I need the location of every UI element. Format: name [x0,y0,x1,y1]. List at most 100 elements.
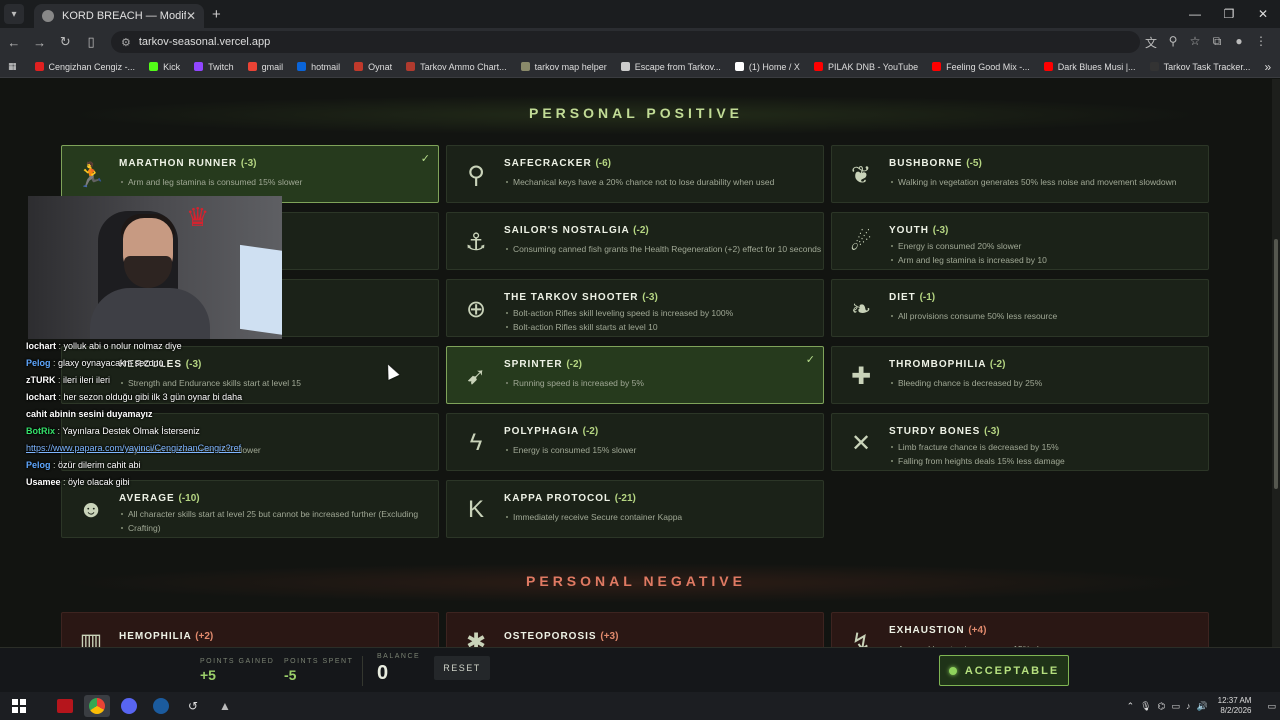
accept-button[interactable]: ACCEPTABLE [939,655,1069,686]
apps-icon[interactable]: ▦ [8,61,17,72]
bookmarks-overflow-icon[interactable]: » [1264,60,1271,74]
modifier-title: HEMOPHILIA [119,631,192,642]
bookmark-item[interactable]: Tarkov Task Tracker... [1149,61,1251,72]
modifier-name: KAPPA PROTOCOL (-21) [504,493,636,504]
network-icon[interactable]: ⌬ [1158,701,1166,712]
restore-icon[interactable]: ❐ [1212,0,1246,28]
points-gained-label: POINTS GAINED [200,658,275,665]
bush-icon: ❦ [850,161,872,189]
chat-username: lochart [26,341,57,351]
app-icon-c[interactable]: ↺ [180,695,206,717]
forward-icon[interactable]: → [28,35,52,50]
discord-icon[interactable] [116,695,142,717]
bookmark-favicon-icon [406,62,416,71]
bookmark-item[interactable]: Escape from Tarkov... [620,62,721,72]
modifier-description: All provisions consume 50% less resource [890,311,1058,321]
steam-icon[interactable] [148,695,174,717]
chat-username: zTURK [26,375,56,385]
extensions-icon[interactable]: ⧉ [1206,34,1228,51]
minimize-icon[interactable]: — [1178,0,1212,28]
modifier-card-osteoporosis[interactable]: ✱ OSTEOPOROSIS (+3) [446,612,824,647]
site-info-icon[interactable]: ⚙ [121,36,131,49]
profile-icon[interactable]: ● [1228,34,1250,51]
zoom-icon[interactable]: ⚲ [1162,34,1184,51]
bookmark-favicon-icon [932,62,942,71]
display-icon[interactable]: ▭ [1171,701,1180,712]
bookmark-item[interactable]: Feeling Good Mix -... [932,62,1030,72]
modifier-description: Energy is consumed 20% slower [890,241,1022,251]
balance-value: 0 [377,662,389,684]
close-window-icon[interactable]: ✕ [1246,0,1280,28]
page-scrollbar[interactable] [1272,79,1280,647]
modifier-name: MARATHON RUNNER (-3) [119,158,256,169]
reset-button[interactable]: RESET [434,656,490,680]
tray-chevron-icon[interactable]: ⌃ [1127,701,1135,712]
modifier-cost: (-2) [633,225,649,236]
apple-icon: ❧ [850,295,872,323]
modifier-description: Bleeding chance is decreased by 25% [890,378,1043,388]
menu-icon[interactable]: ⋮ [1250,34,1272,51]
modifier-card-the-tarkov-shooter[interactable]: ⊕ THE TARKOV SHOOTER (-3) Bolt-action Rifl… [446,279,824,337]
bookmark-favicon-icon [520,62,530,71]
mic-icon[interactable]: 🎙 [1140,701,1151,712]
tab-title: KORD BREACH — Modifier Buil [62,10,186,22]
modifier-card-safecracker[interactable]: ⚲ SAFECRACKER (-6) Mechanical keys have a … [446,145,824,203]
modifier-description: Bolt-action Rifles skill starts at level… [506,322,658,332]
bookmark-item[interactable]: Twitch [194,62,234,72]
bookmark-item[interactable]: Tarkov Ammo Chart... [406,62,507,72]
modifier-card-exhaustion[interactable]: ↯EXHAUSTION (+4)Arm and leg stamina reco… [831,612,1209,647]
modifier-description: Crafting) [121,523,161,533]
sidebar-icon[interactable]: ▯ [79,34,103,50]
bookmark-item[interactable]: Kick [149,62,180,72]
bookmark-star-icon[interactable]: ☆ [1184,34,1206,51]
speaker-icon[interactable]: 🔊 [1196,701,1207,712]
scrollbar-thumb[interactable] [1274,239,1278,489]
modifier-card-sailor-s-nostalgia[interactable]: ⚓ SAILOR'S NOSTALGIA (-2) Consuming canned… [446,212,824,270]
new-tab-icon[interactable]: + [212,6,221,23]
modifier-card-sturdy-bones[interactable]: ✕ STURDY BONES (-3) Limb fracture chance i… [831,413,1209,471]
modifier-card-sprinter[interactable]: ➹ SPRINTER (-2) Running speed is increased… [446,346,824,404]
clock[interactable]: 12:37 AM 8/2/2026 [1218,696,1252,716]
back-icon[interactable]: ← [2,35,26,50]
app-icon-tarkov[interactable]: ▲ [212,695,238,717]
modifier-card-thrombophilia[interactable]: ✚ THROMBOPHILIA (-2) Bleeding chance is de… [831,346,1209,404]
bookmark-item[interactable]: hotmail [297,62,340,72]
bookmark-item[interactable]: Dark Blues Musi |... [1043,62,1136,72]
modifier-card-youth[interactable]: ☄ YOUTH (-3) Energy is consumed 20% slower… [831,212,1209,270]
bookmark-item[interactable]: Oynat [354,62,392,72]
bookmark-item[interactable]: tarkov map helper [520,62,607,72]
bookmark-item[interactable]: PILAK DNB - YouTube [813,62,918,72]
modifier-card-polyphagia[interactable]: ϟ POLYPHAGIA (-2) Energy is consumed 15% s… [446,413,824,471]
chat-text: yolluk abi o nolur nolmaz diye [63,341,182,351]
bookmark-label: Tarkov Task Tracker... [1163,61,1251,72]
tab-close-icon[interactable]: ✕ [186,9,196,23]
bookmark-item[interactable]: gmail [247,61,284,72]
modifier-card-kappa-protocol[interactable]: K KAPPA PROTOCOL (-21) Immediately receive… [446,480,824,538]
bookmark-label: gmail [261,61,284,72]
bookmark-item[interactable]: (1) Home / X [734,62,800,72]
address-bar[interactable]: ⚙ tarkov-seasonal.vercel.app [110,31,1140,53]
modifier-title: THROMBOPHILIA [889,359,987,370]
lightning-icon: ϟ [469,429,483,456]
notification-icon[interactable]: ▭ [1267,701,1276,712]
modifier-name: OSTEOPOROSIS (+3) [504,631,618,642]
translate-icon[interactable]: 文 [1140,34,1162,51]
start-icon[interactable] [6,695,32,717]
modifier-card-bushborne[interactable]: ❦ BUSHBORNE (-5) Walking in vegetation gen… [831,145,1209,203]
modifier-card-diet[interactable]: ❧ DIET (-1) All provisions consume 50% les… [831,279,1209,337]
bookmark-item[interactable]: Cengizhan Cengiz -... [34,62,135,72]
modifier-card-marathon-runner[interactable]: 🏃 MARATHON RUNNER (-3) Arm and leg stamina… [61,145,439,203]
lockpick-icon: ⚲ [467,161,485,189]
browser-tab[interactable]: KORD BREACH — Modifier Buil ✕ [34,4,204,28]
volume-icon[interactable]: ♪ [1186,701,1191,711]
modifier-title: SAFECRACKER [504,158,592,169]
modifier-cost: (+2) [195,631,214,642]
chat-link[interactable]: https://www.papara.com/yayinci/Cengizhan… [26,443,241,453]
modifier-title: OSTEOPOROSIS [504,631,597,642]
app-icon-stream[interactable] [52,695,78,717]
reload-icon[interactable]: ↻ [53,34,77,50]
modifier-card-hemophilia[interactable]: ▥ HEMOPHILIA (+2) [61,612,439,647]
modifier-name: SAILOR'S NOSTALGIA (-2) [504,225,649,236]
chrome-icon[interactable] [84,695,110,717]
tab-search-icon[interactable]: ▾ [4,4,24,24]
